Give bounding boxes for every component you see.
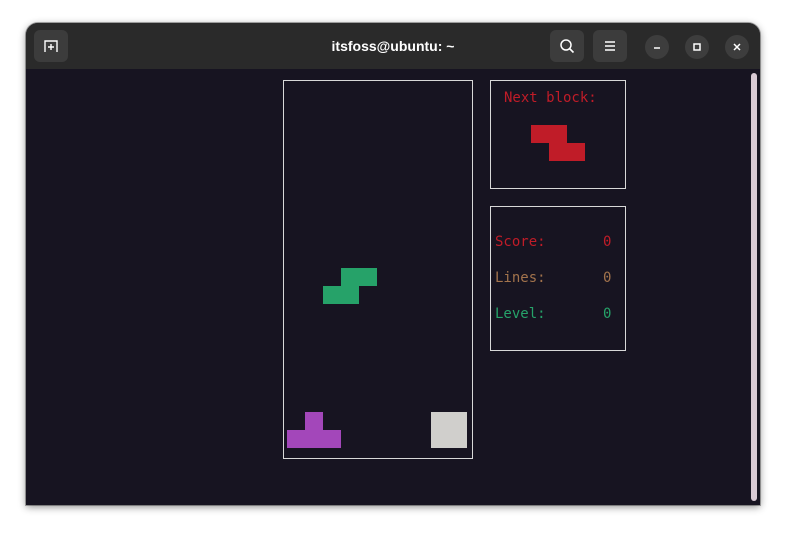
close-icon	[733, 43, 741, 51]
stats-panel: Score: 0 Lines: 0 Level: 0	[490, 206, 626, 351]
level-label: Level:	[495, 306, 546, 322]
menu-button[interactable]	[593, 30, 627, 62]
close-button[interactable]	[725, 35, 749, 59]
landed-block-cell	[305, 412, 323, 430]
scrollbar[interactable]	[751, 73, 757, 501]
level-value: 0	[603, 306, 612, 322]
terminal-area[interactable]: Next block: Score: 0 Lines: 0 Level: 0	[26, 69, 760, 505]
terminal-window: itsfoss@ubuntu: ~ Next block: Score: 0 L…	[26, 23, 760, 505]
score-label: Score:	[495, 234, 546, 250]
landed-block-cell	[431, 412, 449, 430]
landed-block-cell	[431, 430, 449, 448]
landed-block-cell	[305, 430, 323, 448]
landed-block-cell	[449, 412, 467, 430]
minimize-icon	[654, 47, 660, 49]
header-bar: itsfoss@ubuntu: ~	[26, 23, 760, 69]
landed-block-cell	[323, 430, 341, 448]
falling-block-cell	[323, 286, 341, 304]
landed-block-cell	[449, 430, 467, 448]
landed-block-cell	[287, 430, 305, 448]
next-block-cell	[567, 143, 585, 161]
score-value: 0	[603, 234, 612, 250]
next-block-label: Next block:	[504, 90, 597, 106]
falling-block-cell	[359, 268, 377, 286]
search-button[interactable]	[550, 30, 584, 62]
maximize-button[interactable]	[685, 35, 709, 59]
maximize-icon	[693, 43, 701, 51]
next-block-cell	[549, 125, 567, 143]
next-block-cell	[549, 143, 567, 161]
lines-value: 0	[603, 270, 612, 286]
falling-block-cell	[341, 268, 359, 286]
falling-block-cell	[341, 286, 359, 304]
minimize-button[interactable]	[645, 35, 669, 59]
next-block-panel: Next block:	[490, 80, 626, 189]
tetris-playfield	[283, 80, 473, 459]
hamburger-menu-icon	[605, 41, 615, 51]
search-icon	[560, 39, 575, 54]
next-block-cell	[531, 125, 549, 143]
lines-label: Lines:	[495, 270, 546, 286]
